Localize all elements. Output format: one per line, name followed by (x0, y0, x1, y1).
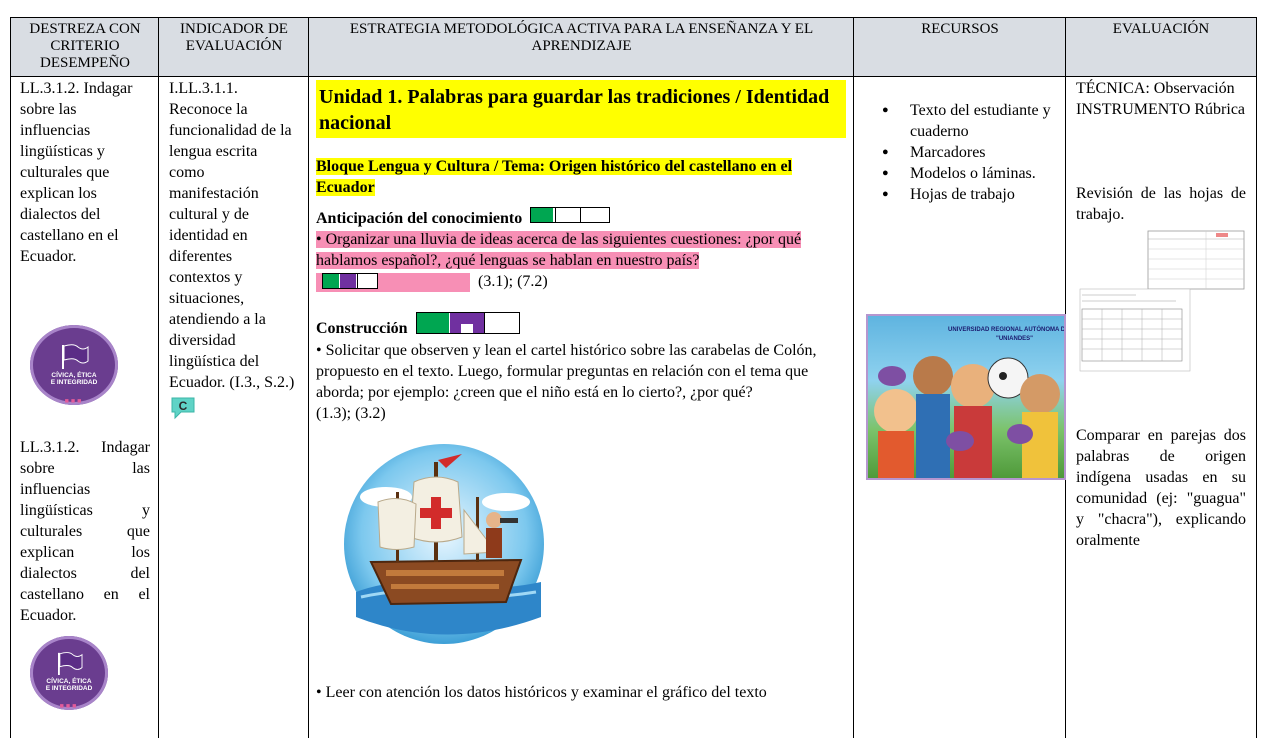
rubric-thumbnail (1079, 230, 1245, 372)
instrument-text: INSTRUMENTO Rúbrica (1076, 101, 1246, 118)
progress-bar (415, 312, 520, 335)
resources-list: Texto del estudiante y cuaderno Marcador… (854, 100, 1054, 205)
recursos-cell: Texto del estudiante y cuaderno Marcador… (854, 78, 1066, 480)
progress-bar (530, 207, 611, 224)
destreza-text-repeat: LL.3.1.2. Indagar sobre las influencias … (20, 439, 150, 624)
caravel-illustration (344, 444, 544, 645)
evaluacion-cell: TÉCNICA: Observación INSTRUMENTO Rúbrica… (1076, 78, 1246, 551)
resource-item: Hojas de trabajo (854, 184, 1054, 205)
badge-dots: ■■■ (64, 397, 84, 405)
anticipation-refs-row: (3.1); (7.2) (316, 271, 846, 292)
anticipation-heading: Anticipación del conocimiento (316, 210, 523, 227)
resource-item: Texto del estudiante y cuaderno (854, 100, 1054, 142)
competence-c-icon: C (169, 395, 197, 421)
technique-text: TÉCNICA: Observación (1076, 80, 1235, 97)
anticipation-text: • Organizar una lluvia de ideas acerca d… (316, 231, 802, 269)
anticipation-refs: (3.1); (7.2) (478, 273, 548, 290)
cut-off-text: • Leer con atención los datos históricos… (316, 684, 767, 702)
header-evaluacion: EVALUACIÓN (1066, 18, 1256, 77)
flag-icon (58, 652, 83, 675)
construction-heading-row: Construcción (316, 312, 846, 340)
planning-table: DESTREZA CON CRITERIO DESEMPEÑO INDICADO… (10, 17, 1257, 738)
resource-item: Modelos o láminas. (854, 163, 1054, 184)
badge-text: E INTEGRIDAD (45, 685, 93, 692)
anticipation-heading-row: Anticipación del conocimiento (316, 207, 846, 229)
cultures-poster-image: UNIVERSIDAD REGIONAL AUTÓNOMA DE LOS AND… (866, 314, 1066, 480)
header-destreza: DESTREZA CON CRITERIO DESEMPEÑO (11, 18, 159, 77)
header-estrategia: ESTRATEGIA METODOLÓGICA ACTIVA PARA LA E… (309, 18, 854, 77)
destreza-cell: LL.3.1.2. Indagar sobre las influencias … (20, 78, 150, 710)
badge-text: CÍVICA, ÉTICA (46, 678, 92, 685)
badge-text: E INTEGRIDAD (50, 379, 98, 386)
progress-bar (322, 272, 378, 289)
block-title: Bloque Lengua y Cultura / Tema: Origen h… (316, 158, 793, 196)
compare-text: Comparar en parejas dos palabras de orig… (1076, 427, 1246, 549)
construction-heading: Construcción (316, 320, 408, 337)
resource-item: Marcadores (854, 142, 1054, 163)
icon-letter: C (179, 399, 188, 413)
indicador-cell: I.LL.3.1.1. Reconoce la funcionalidad de… (169, 78, 295, 421)
review-text: Revisión de las hojas de trabajo. (1076, 185, 1246, 223)
destreza-text: LL.3.1.2. Indagar sobre las influencias … (20, 80, 133, 265)
flag-icon (62, 344, 89, 369)
civic-ethics-badge: CÍVICA, ÉTICA E INTEGRIDAD ■■■ (30, 636, 108, 710)
header-recursos: RECURSOS (854, 18, 1066, 77)
construction-refs: (1.3); (3.2) (316, 405, 386, 423)
construction-text: • Solicitar que observen y lean el carte… (316, 342, 817, 402)
estrategia-cell: Unidad 1. Palabras para guardar las trad… (316, 78, 846, 703)
badge-dots: ■■■ (59, 702, 79, 710)
civic-ethics-badge: CÍVICA, ÉTICA E INTEGRIDAD ■■■ (30, 325, 118, 405)
header-indicador: INDICADOR DE EVALUACIÓN (159, 18, 309, 77)
indicador-text: I.LL.3.1.1. Reconoce la funcionalidad de… (169, 80, 295, 391)
badge-text: CÍVICA, ÉTICA (51, 372, 97, 379)
unit-title: Unidad 1. Palabras para guardar las trad… (316, 80, 846, 138)
column-divider (158, 18, 159, 738)
column-divider (308, 18, 309, 738)
